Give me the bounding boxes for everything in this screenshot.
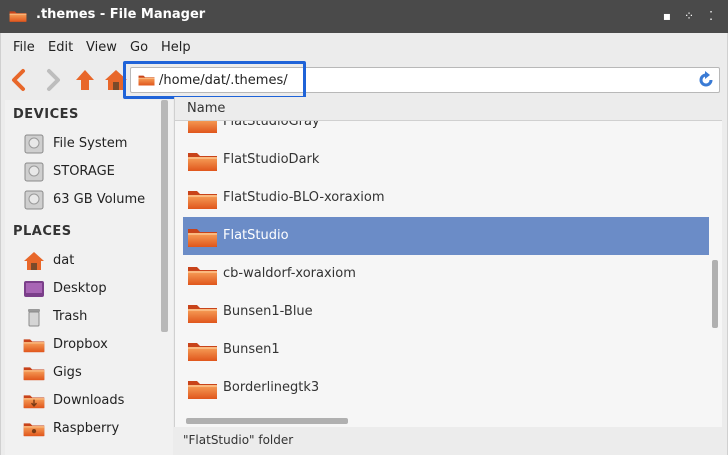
list-item-name: Borderlinegtk3	[223, 380, 320, 395]
menu-go[interactable]: Go	[130, 40, 148, 55]
sidebar-item-downloads[interactable]: Downloads	[23, 389, 163, 413]
folder-icon	[187, 150, 218, 172]
column-name-label: Name	[187, 101, 226, 116]
folder-icon	[187, 226, 218, 248]
sidebar-item-label: Dropbox	[53, 337, 108, 352]
list-item-selected[interactable]: FlatStudio	[183, 217, 709, 255]
folder-icon	[23, 362, 45, 384]
sidebar-scrollbar[interactable]	[161, 100, 168, 332]
horizontal-scrollbar[interactable]	[186, 418, 348, 424]
menu-bar: File Edit View Go Help	[0, 33, 728, 61]
drive-icon	[24, 134, 44, 154]
menu-view[interactable]: View	[86, 40, 117, 55]
sidebar-item-label: STORAGE	[53, 164, 115, 179]
list-item-name: cb-waldorf-xoraxiom	[223, 266, 356, 281]
sidebar-item-label: 63 GB Volume	[53, 192, 146, 207]
trash-icon	[28, 309, 40, 327]
sidebar-item-label: Trash	[53, 309, 88, 324]
sidebar-item-label: Raspberry	[53, 421, 120, 436]
drive-icon	[24, 190, 44, 210]
sidebar-item-raspberry[interactable]: Raspberry	[23, 417, 163, 441]
folder-icon	[9, 8, 27, 24]
title-bar: .themes - File Manager ▪ ⁘ ⁚	[0, 0, 728, 33]
list-item[interactable]: Bunsen1-Blue	[183, 293, 709, 331]
column-header-bar[interactable]: Name	[175, 97, 722, 121]
vertical-scrollbar[interactable]	[712, 260, 718, 328]
sidebar: DEVICES File System STORAGE 63 GB Volume…	[5, 100, 173, 455]
sidebar-item-label: dat	[53, 253, 75, 268]
folder-icon	[187, 264, 218, 286]
folder-icon	[138, 73, 155, 87]
sidebar-item-label: Downloads	[53, 393, 125, 408]
folder-icon	[187, 188, 218, 210]
list-item[interactable]: Bunsen1	[183, 331, 709, 369]
sidebar-item-label: Gigs	[53, 365, 82, 380]
list-item[interactable]: Borderlinegtk3	[183, 369, 709, 407]
list-item-name: Bunsen1-Blue	[223, 304, 313, 319]
places-heading: PLACES	[13, 224, 72, 239]
sidebar-item-storage[interactable]: STORAGE	[23, 160, 163, 184]
menu-edit[interactable]: Edit	[48, 40, 73, 55]
menu-help[interactable]: Help	[161, 40, 191, 55]
refresh-icon[interactable]	[697, 71, 715, 89]
folder-icon	[187, 302, 218, 324]
list-item-name: FlatStudioDark	[223, 152, 320, 167]
folder-icon	[187, 378, 218, 400]
close-button[interactable]: ⁚	[704, 8, 718, 24]
file-list: Name FlatStudioGray FlatStudioDark FlatS…	[174, 97, 722, 427]
minimize-button[interactable]: ▪	[660, 8, 674, 24]
list-item[interactable]: FlatStudioDark	[183, 141, 709, 179]
up-arrow-icon[interactable]	[72, 67, 98, 93]
sidebar-item-dat[interactable]: dat	[23, 249, 163, 273]
back-arrow-icon[interactable]	[6, 67, 32, 93]
status-text: "FlatStudio" folder	[183, 433, 294, 447]
list-item-name: Bunsen1	[223, 342, 280, 357]
folder-icon	[23, 334, 45, 356]
forward-arrow-icon[interactable]	[40, 67, 66, 93]
sidebar-item-label: Desktop	[53, 281, 107, 296]
list-item[interactable]: cb-waldorf-xoraxiom	[183, 255, 709, 293]
folder-icon	[187, 340, 218, 362]
list-item[interactable]: FlatStudio-BLO-xoraxiom	[183, 179, 709, 217]
sidebar-item-dropbox[interactable]: Dropbox	[23, 333, 163, 357]
sidebar-item-desktop[interactable]: Desktop	[23, 277, 163, 301]
devices-heading: DEVICES	[13, 107, 79, 122]
menu-file[interactable]: File	[13, 40, 35, 55]
sidebar-item-gigs[interactable]: Gigs	[23, 361, 163, 385]
sidebar-item-file-system[interactable]: File System	[23, 132, 163, 156]
downloads-folder-icon	[23, 390, 45, 412]
home-icon	[24, 252, 44, 270]
raspberry-folder-icon	[23, 418, 45, 440]
address-path: /home/dat/.themes/	[159, 73, 288, 88]
home-icon[interactable]	[103, 67, 129, 93]
desktop-icon	[24, 281, 44, 297]
list-item-name: FlatStudio-BLO-xoraxiom	[223, 190, 385, 205]
address-bar[interactable]: /home/dat/.themes/	[130, 67, 720, 93]
sidebar-item-trash[interactable]: Trash	[23, 305, 163, 329]
status-bar: "FlatStudio" folder	[174, 428, 722, 455]
window-title: .themes - File Manager	[36, 7, 206, 22]
maximize-button[interactable]: ⁘	[682, 8, 696, 24]
sidebar-item-label: File System	[53, 136, 128, 151]
sidebar-item-63gb-volume[interactable]: 63 GB Volume	[23, 188, 163, 212]
drive-icon	[24, 162, 44, 182]
list-item-name: FlatStudio	[223, 228, 289, 243]
